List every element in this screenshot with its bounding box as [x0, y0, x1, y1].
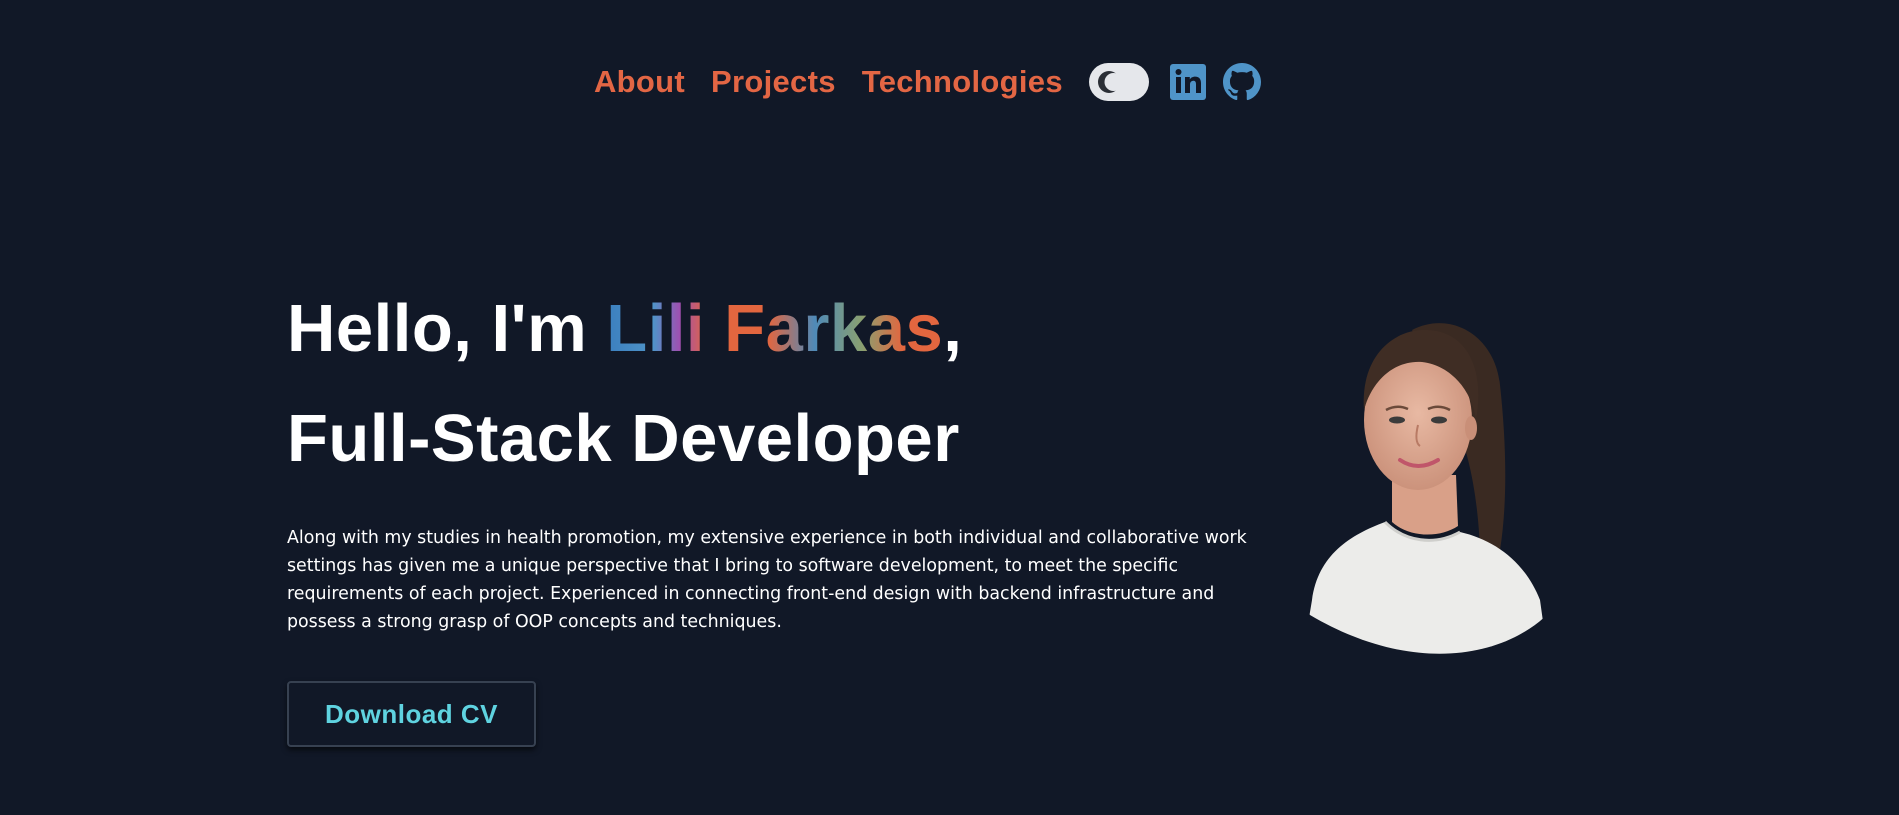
linkedin-link[interactable]	[1169, 63, 1207, 101]
hero-bio: Along with my studies in health promotio…	[287, 528, 1247, 632]
hero-role: Full-Stack Developer	[287, 401, 960, 476]
theme-toggle[interactable]	[1088, 63, 1149, 101]
nav-link-projects[interactable]: Projects	[711, 58, 836, 106]
hero-name: Lili Farkas	[606, 291, 944, 366]
greeting-text: Hello, I'm	[287, 291, 607, 366]
github-link[interactable]	[1222, 63, 1261, 101]
profile-photo	[1300, 323, 1550, 654]
moon-icon	[1097, 71, 1121, 93]
hero-greeting-line: Hello, I'm Lili Farkas,	[287, 295, 962, 362]
page: About Projects Technologies Hello, I'm L…	[0, 0, 1899, 815]
top-nav: About Projects Technologies	[594, 58, 1269, 106]
download-cv-button[interactable]: Download CV	[287, 681, 536, 747]
linkedin-icon	[1169, 64, 1206, 100]
nav-link-about[interactable]: About	[594, 58, 685, 106]
name-suffix: ,	[943, 291, 963, 366]
github-icon	[1222, 63, 1261, 101]
nav-link-technologies[interactable]: Technologies	[862, 58, 1063, 106]
